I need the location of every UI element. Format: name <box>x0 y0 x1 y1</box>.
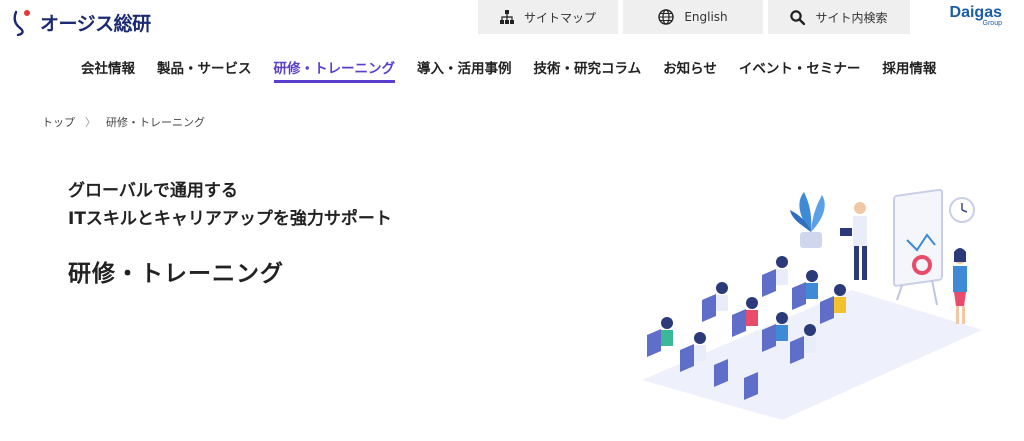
daigas-name: Daigas <box>949 4 1002 21</box>
nav-item-news[interactable]: お知らせ <box>652 57 728 83</box>
search-icon <box>790 9 806 25</box>
nav-item-recruit[interactable]: 採用情報 <box>871 57 947 83</box>
logo-text: オージス総研 <box>40 12 151 35</box>
presenter-icon <box>840 202 867 280</box>
globe-icon <box>658 9 675 25</box>
clock-icon <box>949 197 975 223</box>
breadcrumb-home[interactable]: トップ <box>42 114 75 130</box>
whiteboard-icon <box>893 188 943 306</box>
search-label: サイト内検索 <box>815 10 888 25</box>
nav-item-company[interactable]: 会社情報 <box>70 57 146 83</box>
nav-item-products[interactable]: 製品・サービス <box>146 57 263 83</box>
daigas-group-logo[interactable]: Daigas Group <box>949 4 1002 28</box>
catch-line-1: グローバルで通用する <box>68 181 238 201</box>
training-illustration <box>632 180 992 425</box>
plant-icon <box>790 192 825 248</box>
global-nav: 会社情報 製品・サービス 研修・トレーニング 導入・活用事例 技術・研究コラム … <box>70 57 947 83</box>
daigas-sub: Group <box>982 20 1002 27</box>
sitemap-label: サイトマップ <box>523 10 596 25</box>
breadcrumb-current: 研修・トレーニング <box>106 116 205 129</box>
english-label: English <box>684 10 728 24</box>
sitemap-button[interactable]: サイトマップ <box>478 0 618 34</box>
site-search-button[interactable]: サイト内検索 <box>768 0 910 34</box>
hero-catchphrase: グローバルで通用する ITスキルとキャリアアップを強力サポート <box>68 177 392 233</box>
utility-nav: サイトマップ English サイト内検索 <box>478 0 910 34</box>
english-button[interactable]: English <box>623 0 763 34</box>
sitemap-icon <box>499 10 514 24</box>
logo-mark-icon <box>10 8 36 37</box>
page-title: 研修・トレーニング <box>68 261 284 287</box>
breadcrumb: トップ 〉 研修・トレーニング <box>42 114 205 130</box>
nav-item-events[interactable]: イベント・セミナー <box>728 57 872 83</box>
nav-item-training[interactable]: 研修・トレーニング <box>263 57 407 83</box>
presenter-female-icon <box>953 248 967 324</box>
catch-line-2: ITスキルとキャリアアップを強力サポート <box>68 209 392 229</box>
breadcrumb-separator-icon: 〉 <box>85 116 96 129</box>
nav-item-case-studies[interactable]: 導入・活用事例 <box>406 57 523 83</box>
nav-item-tech-column[interactable]: 技術・研究コラム <box>523 57 653 83</box>
site-logo[interactable]: オージス総研 <box>10 8 151 37</box>
